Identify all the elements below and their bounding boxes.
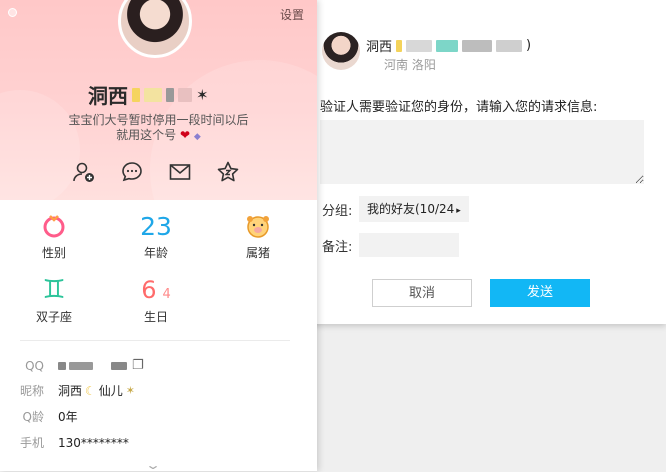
settings-link[interactable]: 设置 xyxy=(280,6,304,23)
request-message-input[interactable] xyxy=(320,120,644,184)
divider xyxy=(20,340,290,341)
zodiac-cell: 属猪 xyxy=(223,212,293,261)
female-gender-icon xyxy=(19,212,89,240)
group-select[interactable]: 我的好友(10/24 ▸ xyxy=(359,196,469,222)
add-friend-dialog: 洞西 ) 河南 洛阳 验证人需要验证您的身份，请输入您的请求信息: 分组: 我的… xyxy=(300,0,666,324)
gem-emoji-icon: ◆ xyxy=(193,132,201,142)
pixel-mask xyxy=(396,39,403,52)
birthday-value: 6 4 xyxy=(141,276,171,304)
pixel-mask xyxy=(58,361,66,370)
pixel-mask xyxy=(144,87,162,102)
profile-card: 设置 洞西 ✶ 宝宝们大号暂时停用一段时间以后 就用这个号 ❤ ◆ 性别 23 … xyxy=(0,0,317,472)
phone-row: 手机 130******** xyxy=(20,435,129,451)
cancel-button[interactable]: 取消 xyxy=(372,279,472,307)
chat-icon xyxy=(122,162,142,182)
pixel-mask xyxy=(436,39,459,52)
verification-prompt: 验证人需要验证您的身份，请输入您的请求信息: xyxy=(320,100,598,115)
target-location: 河南 洛阳 xyxy=(384,58,436,72)
add-friend-button[interactable] xyxy=(72,160,96,184)
mail-icon xyxy=(169,164,191,180)
profile-actions xyxy=(72,160,240,184)
chevron-down-icon[interactable]: ⌄ xyxy=(145,458,161,472)
pixel-mask xyxy=(462,39,493,52)
moon-emoji-icon: ☾ xyxy=(85,383,96,398)
target-avatar xyxy=(322,32,360,70)
profile-header: 设置 洞西 ✶ 宝宝们大号暂时停用一段时间以后 就用这个号 ❤ ◆ xyxy=(0,0,317,200)
gender-cell: 性别 xyxy=(19,212,89,261)
favorite-star-icon xyxy=(217,161,239,182)
pixel-mask xyxy=(132,87,140,102)
qq-number-row: QQ ❐ xyxy=(25,358,144,373)
pixel-mask xyxy=(406,39,433,52)
pixel-mask xyxy=(111,361,127,370)
add-friend-icon xyxy=(73,162,94,182)
nickname-row: 昵称 洞西 ☾ 仙儿 ✶ xyxy=(20,383,136,399)
pixel-mask xyxy=(166,87,174,102)
qage-row: Q龄 0年 xyxy=(22,410,78,424)
profile-nickname: 洞西 ✶ xyxy=(88,84,209,108)
fairy-emoji-icon: ✶ xyxy=(196,85,209,104)
group-label: 分组: xyxy=(322,204,353,219)
fairy-emoji-icon: ✶ xyxy=(125,384,136,397)
constellation-cell: ♊ 双子座 xyxy=(19,275,89,325)
target-name: 洞西 ) xyxy=(366,38,532,55)
age-value: 23 xyxy=(140,211,172,241)
pixel-mask xyxy=(178,87,192,102)
dropdown-caret-icon: ▸ xyxy=(456,206,461,216)
favorite-button[interactable] xyxy=(216,160,240,184)
profile-bio: 宝宝们大号暂时停用一段时间以后 就用这个号 ❤ ◆ xyxy=(68,113,249,142)
pig-zodiac-icon xyxy=(223,212,293,240)
remark-input[interactable] xyxy=(359,233,459,257)
copy-icon[interactable]: ❐ xyxy=(132,358,144,373)
pixel-mask xyxy=(496,39,523,52)
group-select-value: 我的好友(10/24 xyxy=(367,202,455,216)
pixel-mask xyxy=(69,361,93,370)
gemini-icon: ♊ xyxy=(42,275,66,305)
chat-button[interactable] xyxy=(120,160,144,184)
send-button[interactable]: 发送 xyxy=(490,279,590,307)
target-name-text: 洞西 xyxy=(366,40,393,55)
profile-avatar[interactable] xyxy=(118,0,192,58)
remark-label: 备注: xyxy=(322,240,353,255)
lips-emoji-icon: ❤ xyxy=(180,128,191,142)
mail-button[interactable] xyxy=(168,160,192,184)
window-control-icon[interactable] xyxy=(8,8,17,17)
age-cell: 23 年龄 xyxy=(121,212,191,261)
birthday-cell: 6 4 生日 xyxy=(121,276,191,325)
